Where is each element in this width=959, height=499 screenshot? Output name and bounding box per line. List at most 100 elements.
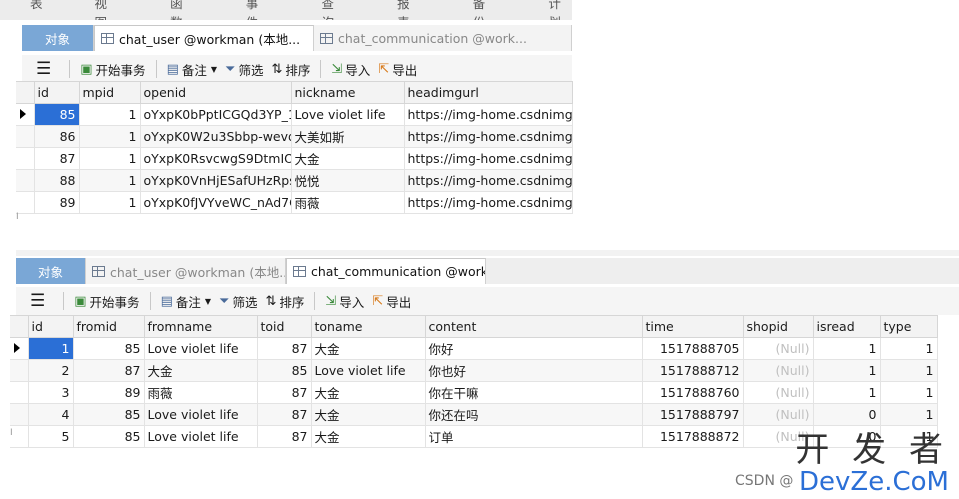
cell-fromname[interactable]: Love violet life xyxy=(143,425,258,448)
import-button[interactable]: ⇲ 导入 xyxy=(327,58,374,80)
cell-id[interactable]: 85 xyxy=(33,103,80,126)
menu-fragment[interactable]: 计划 xyxy=(548,0,572,20)
cell-shopid[interactable]: (Null) xyxy=(742,359,814,382)
menu-fragment[interactable]: 表 xyxy=(30,0,43,20)
cell-nickname[interactable]: 大美如斯 xyxy=(290,125,405,148)
import-button[interactable]: ⇲ 导入 xyxy=(321,290,368,312)
cell-openid[interactable]: oYxpK0W2u3Sbbp-wevdC xyxy=(139,125,292,148)
cell-mpid[interactable]: 1 xyxy=(78,191,141,214)
cell-openid[interactable]: oYxpK0VnHjESafUHzRpst xyxy=(139,169,292,192)
cell-openid[interactable]: oYxpK0fJVYveWC_nAd7CE xyxy=(139,191,292,214)
cell-content[interactable]: 你好 xyxy=(424,337,643,360)
cell-id[interactable]: 3 xyxy=(27,381,74,404)
column-header-openid[interactable]: openid xyxy=(139,81,292,104)
cell-mpid[interactable]: 1 xyxy=(78,169,141,192)
column-header-shopid[interactable]: shopid xyxy=(742,315,814,338)
column-header-toid[interactable]: toid xyxy=(256,315,312,338)
row-marker[interactable] xyxy=(10,337,29,360)
row-marker[interactable] xyxy=(10,425,29,448)
row-marker[interactable] xyxy=(16,103,35,126)
tab-chat-communication[interactable]: chat_communication @work... xyxy=(286,258,486,284)
cell-toname[interactable]: 大金 xyxy=(310,337,426,360)
cell-content[interactable]: 你还在吗 xyxy=(424,403,643,426)
cell-toname[interactable]: 大金 xyxy=(310,381,426,404)
begin-transaction-button[interactable]: ▣ 开始事务 xyxy=(76,58,149,80)
cell-fromid[interactable]: 85 xyxy=(72,403,145,426)
cell-content[interactable]: 订单 xyxy=(424,425,643,448)
cell-toid[interactable]: 87 xyxy=(256,381,312,404)
begin-transaction-button[interactable]: ▣ 开始事务 xyxy=(70,290,143,312)
cell-toname[interactable]: Love violet life xyxy=(310,359,426,382)
cell-mpid[interactable]: 1 xyxy=(78,103,141,126)
cell-fromid[interactable]: 85 xyxy=(72,337,145,360)
cell-id[interactable]: 87 xyxy=(33,147,80,170)
table-row[interactable]: 88 1 oYxpK0VnHjESafUHzRpst 悦悦 https://img-ho… xyxy=(16,169,573,192)
cell-time[interactable]: 1517888760 xyxy=(641,381,744,404)
row-marker[interactable] xyxy=(16,169,35,192)
menu-button[interactable]: ☰ xyxy=(26,290,49,312)
cell-nickname[interactable]: 雨薇 xyxy=(290,191,405,214)
cell-type[interactable]: 1 xyxy=(879,381,938,404)
cell-time[interactable]: 1517888712 xyxy=(641,359,744,382)
sort-button[interactable]: ⇅ 排序 xyxy=(261,290,308,312)
memo-button[interactable]: ▤ 备注 ▼ xyxy=(163,58,221,80)
column-header-nickname[interactable]: nickname xyxy=(290,81,405,104)
cell-headimgurl[interactable]: https://img-home.csdnimg.c xyxy=(403,169,573,192)
cell-content[interactable]: 你也好 xyxy=(424,359,643,382)
cell-openid[interactable]: oYxpK0RsvcwgS9DtmIOuy xyxy=(139,147,292,170)
row-marker[interactable] xyxy=(10,359,29,382)
column-header-id[interactable]: id xyxy=(33,81,80,104)
cell-id[interactable]: 86 xyxy=(33,125,80,148)
cell-fromname[interactable]: 雨薇 xyxy=(143,381,258,404)
cell-fromid[interactable]: 89 xyxy=(72,381,145,404)
column-header-content[interactable]: content xyxy=(424,315,643,338)
cell-fromid[interactable]: 85 xyxy=(72,425,145,448)
cell-openid[interactable]: oYxpK0bPptICGQd3YP_1s xyxy=(139,103,292,126)
cell-type[interactable]: 1 xyxy=(879,337,938,360)
cell-id[interactable]: 89 xyxy=(33,191,80,214)
cell-id[interactable]: 5 xyxy=(27,425,74,448)
cell-fromname[interactable]: Love violet life xyxy=(143,337,258,360)
cell-fromname[interactable]: Love violet life xyxy=(143,403,258,426)
cell-fromid[interactable]: 87 xyxy=(72,359,145,382)
cell-mpid[interactable]: 1 xyxy=(78,125,141,148)
cell-id[interactable]: 88 xyxy=(33,169,80,192)
filter-button[interactable]: ⏷ 筛选 xyxy=(221,58,267,80)
table-row[interactable]: 2 87 大金 85 Love violet life 你也好 1517888712 (Nul… xyxy=(10,359,938,382)
tab-chat-user[interactable]: chat_user @workman (本地... xyxy=(86,258,286,284)
row-marker[interactable] xyxy=(16,125,35,148)
cell-isread[interactable]: 1 xyxy=(812,359,881,382)
cell-mpid[interactable]: 1 xyxy=(78,147,141,170)
column-header-time[interactable]: time xyxy=(641,315,744,338)
table-row[interactable]: 1 85 Love violet life 87 大金 你好 1517888705 (Null… xyxy=(10,337,938,360)
cell-toid[interactable]: 87 xyxy=(256,425,312,448)
table-row[interactable]: 89 1 oYxpK0fJVYveWC_nAd7CE 雨薇 https://img-ho… xyxy=(16,191,573,214)
menu-fragment[interactable]: 事件 xyxy=(246,0,270,20)
cell-shopid[interactable]: (Null) xyxy=(742,337,814,360)
tab-objects[interactable]: 对象 xyxy=(22,25,94,51)
cell-headimgurl[interactable]: https://img-home.csdnimg.c xyxy=(403,191,573,214)
cell-time[interactable]: 1517888872 xyxy=(641,425,744,448)
cell-headimgurl[interactable]: https://img-home.csdnimg.c xyxy=(403,103,573,126)
cell-content[interactable]: 你在干嘛 xyxy=(424,381,643,404)
cell-toid[interactable]: 87 xyxy=(256,337,312,360)
export-button[interactable]: ⇱ 导出 xyxy=(374,58,421,80)
column-header-id[interactable]: id xyxy=(27,315,74,338)
table-row[interactable]: 86 1 oYxpK0W2u3Sbbp-wevdC 大美如斯 https://img-h… xyxy=(16,125,573,148)
row-marker[interactable] xyxy=(16,191,35,214)
table-row[interactable]: 3 89 雨薇 87 大金 你在干嘛 1517888760 (Null) 1 1 xyxy=(10,381,938,404)
cell-headimgurl[interactable]: https://img-home.csdnimg.c xyxy=(403,125,573,148)
cell-id[interactable]: 1 xyxy=(27,337,74,360)
cell-fromname[interactable]: 大金 xyxy=(143,359,258,382)
column-header-headimgurl[interactable]: headimgurl xyxy=(403,81,573,104)
cell-toid[interactable]: 87 xyxy=(256,403,312,426)
column-header-toname[interactable]: toname xyxy=(310,315,426,338)
column-header-type[interactable]: type xyxy=(879,315,938,338)
row-marker[interactable] xyxy=(16,147,35,170)
cell-time[interactable]: 1517888705 xyxy=(641,337,744,360)
row-marker[interactable] xyxy=(10,403,29,426)
menu-fragment[interactable]: 查询 xyxy=(321,0,345,20)
tab-objects[interactable]: 对象 xyxy=(16,258,86,284)
cell-id[interactable]: 4 xyxy=(27,403,74,426)
table-row[interactable]: 871oYxpK0RsvcwgS9DtmIOuy大金https://img-ho… xyxy=(16,147,573,170)
